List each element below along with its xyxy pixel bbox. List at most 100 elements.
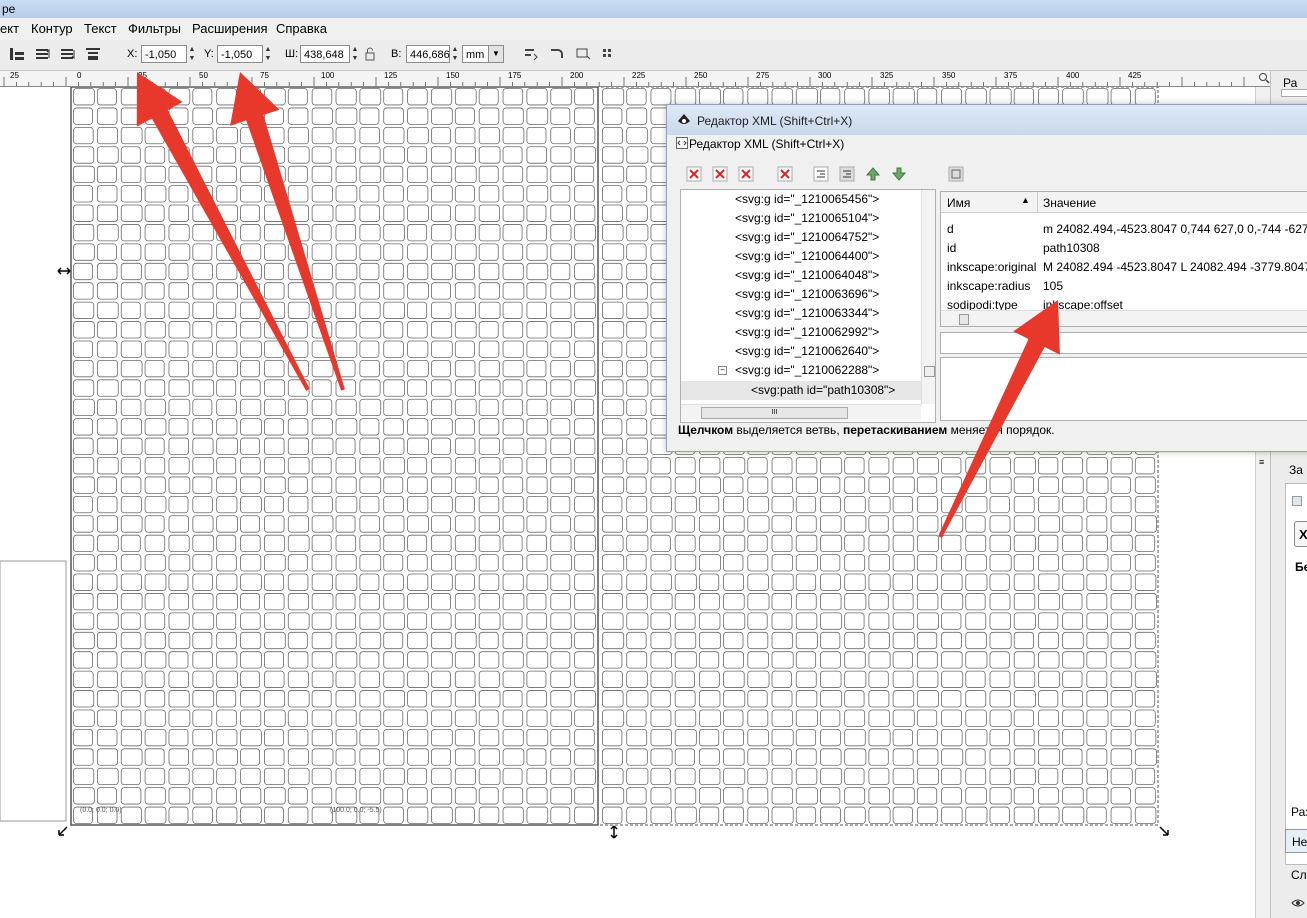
y-input[interactable]: -1,050 <box>217 45 263 63</box>
attr-name[interactable]: inkscape:radius <box>947 279 1030 293</box>
attribute-table[interactable]: Имя ▲ Значение d m 24082.494,-4523.8047 … <box>940 191 1307 327</box>
tile <box>478 593 500 611</box>
attr-name-header[interactable]: Имя <box>947 196 970 210</box>
tree-node[interactable]: <svg:g id="_1210065456"> <box>735 192 879 206</box>
scale-handle-left-icon[interactable] <box>57 265 71 277</box>
tile <box>626 670 648 688</box>
width-spin-arrows[interactable]: ▲ ▼ <box>350 45 360 63</box>
menu-text[interactable]: Текст <box>84 21 117 36</box>
xml-editor-titlebar[interactable]: Редактор XML (Shift+Ctrl+X) <box>667 105 1307 135</box>
tile <box>965 515 986 533</box>
tree-node[interactable]: <svg:g id="_1210063344"> <box>735 306 879 320</box>
attribute-value-entry[interactable] <box>940 357 1307 421</box>
tile <box>407 728 429 747</box>
tile <box>626 612 649 630</box>
lower-node-icon[interactable] <box>891 166 907 182</box>
tree-collapse-toggle[interactable]: − <box>718 366 727 375</box>
opacity-field[interactable]: Не <box>1285 829 1307 853</box>
layers-tab-label[interactable]: Сл <box>1291 868 1307 882</box>
attribute-name-entry[interactable] <box>940 332 1307 354</box>
width-input[interactable]: 438,648 <box>300 45 350 63</box>
align-bottom-icon[interactable] <box>8 46 26 62</box>
raise-icon[interactable] <box>34 46 52 62</box>
delete-node-icon[interactable] <box>777 166 793 182</box>
attr-value-header[interactable]: Значение <box>1043 196 1096 210</box>
indent-node-icon[interactable] <box>839 166 855 182</box>
scale-handle-bottomleft-icon[interactable] <box>57 825 69 837</box>
tree-hscroll-thumb[interactable]: III <box>701 407 848 419</box>
tile <box>144 340 167 358</box>
scale-handle-bottom-icon[interactable] <box>608 825 620 839</box>
lock-icon[interactable] <box>364 46 376 62</box>
tree-node[interactable]: <svg:g id="_1210064400"> <box>735 249 879 263</box>
units-select[interactable]: mm ▼ <box>462 45 504 63</box>
horizontal-ruler[interactable]: 25 0 25 50 75 100 125 150 175 200 225 25… <box>0 71 1280 87</box>
scrollbar-grip[interactable]: ≡ <box>1259 457 1267 469</box>
menu-edit[interactable]: ект <box>0 21 19 36</box>
tree-vscroll-thumb[interactable] <box>924 366 935 377</box>
tile <box>454 457 476 475</box>
tree-hscroll[interactable]: III <box>681 404 921 421</box>
new-element-node-icon[interactable] <box>686 166 702 182</box>
menu-extensions[interactable]: Расширения <box>192 21 268 36</box>
menu-path[interactable]: Контур <box>31 21 73 36</box>
attr-value[interactable]: M 24082.494 -4523.8047 L 24082.494 -3779… <box>1043 260 1307 274</box>
dock-tab-label[interactable]: Ра <box>1283 76 1297 90</box>
tree-node[interactable]: <svg:g id="_1210063696"> <box>735 287 879 301</box>
lower-icon[interactable] <box>59 46 77 62</box>
x-input[interactable]: -1,050 <box>141 45 187 63</box>
raise-node-icon[interactable] <box>865 166 881 182</box>
tile <box>431 359 451 378</box>
tile <box>120 670 143 688</box>
attr-value[interactable]: path10308 <box>1043 241 1100 255</box>
move-patterns-icon[interactable] <box>600 46 618 62</box>
scale-stroke-icon[interactable] <box>522 46 540 62</box>
attr-name[interactable]: d <box>947 222 954 236</box>
menu-filters[interactable]: Фильтры <box>128 21 181 36</box>
move-gradients-icon[interactable] <box>574 46 592 62</box>
scale-corners-icon[interactable] <box>548 46 566 62</box>
tree-vscroll[interactable] <box>921 190 935 404</box>
attr-name[interactable]: id <box>947 241 956 255</box>
tree-node[interactable]: <svg:g id="_1210064752"> <box>735 230 879 244</box>
attr-hscroll-thumb[interactable] <box>959 314 969 325</box>
tree-node[interactable]: <svg:g id="_1210062640"> <box>735 344 879 358</box>
tree-node[interactable]: <svg:g id="_1210065104"> <box>735 211 879 225</box>
tree-node-selected[interactable]: <svg:path id="path10308"> <box>751 383 895 397</box>
tile <box>820 515 842 533</box>
attr-value[interactable]: m 24082.494,-4523.8047 0,744 627,0 0,-74… <box>1043 222 1307 236</box>
tile <box>844 457 865 475</box>
tile <box>1038 612 1059 630</box>
eye-icon[interactable] <box>1291 897 1305 909</box>
lower-to-bottom-icon[interactable] <box>84 46 102 62</box>
tree-node[interactable]: <svg:g id="_1210064048"> <box>735 268 879 282</box>
tile <box>359 262 380 281</box>
no-paint-button[interactable]: X <box>1294 521 1307 547</box>
checkbox[interactable] <box>1292 496 1302 506</box>
unindent-node-icon[interactable] <box>813 166 829 182</box>
height-input[interactable]: 446,686 <box>406 45 450 63</box>
tile <box>454 612 476 630</box>
tile <box>311 670 334 688</box>
delete-attribute-icon[interactable] <box>948 166 964 182</box>
tree-node[interactable]: <svg:g id="_1210062288"> <box>735 363 879 377</box>
scale-handle-bottomright-icon[interactable] <box>1158 825 1170 837</box>
x-spin-arrows[interactable]: ▲ ▼ <box>187 45 197 63</box>
tile <box>73 728 93 747</box>
chevron-down-icon[interactable]: ▼ <box>488 46 503 62</box>
dock-tab-label[interactable]: За <box>1289 463 1303 477</box>
zoom-icon[interactable] <box>1258 72 1270 84</box>
y-spin-arrows[interactable]: ▲ ▼ <box>263 45 273 63</box>
tile <box>192 321 213 339</box>
attr-name[interactable]: inkscape:original <box>947 260 1036 274</box>
new-text-node-icon[interactable] <box>712 166 728 182</box>
height-spin-arrows[interactable]: ▲ ▼ <box>450 45 460 63</box>
tile <box>1038 767 1059 786</box>
menu-help[interactable]: Справка <box>276 21 327 36</box>
xml-node-tree[interactable]: <svg:g id="_1210065456"> <svg:g id="_121… <box>680 189 936 423</box>
attr-value[interactable]: 105 <box>1043 279 1063 293</box>
tree-node[interactable]: <svg:g id="_1210062992"> <box>735 325 879 339</box>
duplicate-node-icon[interactable] <box>738 166 754 182</box>
tile <box>96 690 119 708</box>
attr-hscroll[interactable] <box>941 310 1307 326</box>
